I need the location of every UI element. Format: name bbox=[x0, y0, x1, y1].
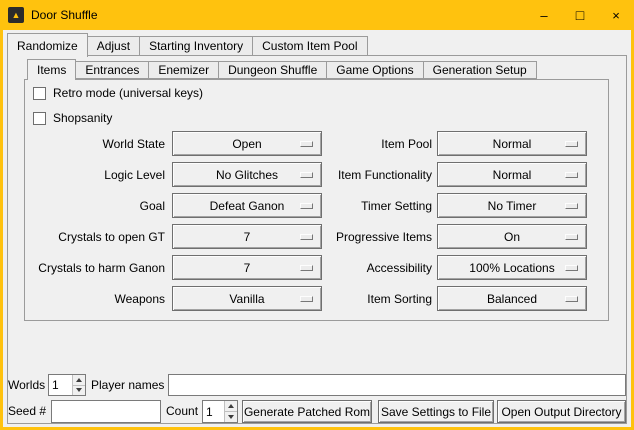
count-spin-buttons bbox=[224, 401, 237, 422]
item-sorting-dropdown[interactable]: Balanced bbox=[437, 286, 587, 311]
close-button[interactable]: × bbox=[598, 0, 634, 30]
seed-input[interactable] bbox=[51, 400, 161, 423]
retro-mode-label[interactable]: Retro mode (universal keys) bbox=[53, 86, 203, 100]
maximize-button[interactable]: □ bbox=[562, 0, 598, 30]
worlds-decrement-button[interactable] bbox=[73, 385, 85, 396]
item-pool-dropdown[interactable]: Normal bbox=[437, 131, 587, 156]
client-area: Randomize Adjust Starting Inventory Cust… bbox=[3, 30, 631, 427]
worlds-spin-buttons bbox=[72, 375, 85, 395]
arrow-down-icon bbox=[228, 415, 234, 419]
seed-label: Seed # bbox=[8, 400, 46, 423]
arrow-up-icon bbox=[228, 404, 234, 408]
dropdown-indicator-icon bbox=[565, 296, 578, 302]
worlds-label: Worlds bbox=[8, 374, 45, 396]
dropdown-indicator-icon bbox=[565, 141, 578, 147]
app-icon: ▲ bbox=[8, 7, 24, 23]
app-window: ▲ Door Shuffle – □ × Randomize Adjust St… bbox=[0, 0, 634, 430]
timer-setting-label: Timer Setting bbox=[272, 193, 432, 218]
arrow-up-icon bbox=[76, 378, 82, 382]
dropdown-indicator-icon bbox=[565, 203, 578, 209]
tab-adjust[interactable]: Adjust bbox=[87, 36, 140, 56]
goal-label: Goal bbox=[33, 193, 165, 218]
worlds-input[interactable] bbox=[49, 375, 72, 395]
tab-game-options[interactable]: Game Options bbox=[326, 61, 423, 79]
arrow-down-icon bbox=[76, 388, 82, 392]
shopsanity-checkbox-row[interactable]: Shopsanity bbox=[33, 109, 112, 127]
worlds-increment-button[interactable] bbox=[73, 375, 85, 385]
logic-level-label: Logic Level bbox=[33, 162, 165, 187]
title-bar: ▲ Door Shuffle – □ × bbox=[0, 0, 634, 30]
tab-generation-setup[interactable]: Generation Setup bbox=[423, 61, 537, 79]
item-pool-label: Item Pool bbox=[272, 131, 432, 156]
item-functionality-label: Item Functionality bbox=[272, 162, 432, 187]
tab-entrances[interactable]: Entrances bbox=[75, 61, 149, 79]
window-controls: – □ × bbox=[526, 0, 634, 30]
dropdown-indicator-icon bbox=[565, 234, 578, 240]
tab-randomize[interactable]: Randomize bbox=[7, 33, 88, 57]
player-names-input[interactable] bbox=[168, 374, 626, 396]
dropdown-indicator-icon bbox=[565, 265, 578, 271]
retro-mode-checkbox-row[interactable]: Retro mode (universal keys) bbox=[33, 84, 203, 102]
world-state-label: World State bbox=[33, 131, 165, 156]
count-spinbox bbox=[202, 400, 238, 423]
tab-starting-inventory[interactable]: Starting Inventory bbox=[139, 36, 253, 56]
item-sorting-label: Item Sorting bbox=[272, 286, 432, 311]
generate-patched-rom-button[interactable]: Generate Patched Rom bbox=[242, 400, 372, 423]
accessibility-dropdown[interactable]: 100% Locations bbox=[437, 255, 587, 280]
dropdown-indicator-icon bbox=[565, 172, 578, 178]
weapons-label: Weapons bbox=[33, 286, 165, 311]
shopsanity-checkbox[interactable] bbox=[33, 112, 46, 125]
player-names-label: Player names bbox=[91, 374, 164, 396]
tab-enemizer[interactable]: Enemizer bbox=[148, 61, 219, 79]
minimize-button[interactable]: – bbox=[526, 0, 562, 30]
crystals-open-gt-label: Crystals to open GT bbox=[33, 224, 165, 249]
tab-custom-item-pool[interactable]: Custom Item Pool bbox=[252, 36, 367, 56]
shopsanity-label[interactable]: Shopsanity bbox=[53, 111, 112, 125]
count-label: Count bbox=[166, 400, 198, 423]
tab-dungeon-shuffle[interactable]: Dungeon Shuffle bbox=[218, 61, 327, 79]
open-output-directory-button[interactable]: Open Output Directory bbox=[497, 400, 626, 423]
randomize-sub-tab-bar: Items Entrances Enemizer Dungeon Shuffle… bbox=[27, 59, 536, 79]
count-input[interactable] bbox=[203, 401, 224, 422]
accessibility-label: Accessibility bbox=[272, 255, 432, 280]
timer-setting-dropdown[interactable]: No Timer bbox=[437, 193, 587, 218]
retro-mode-checkbox[interactable] bbox=[33, 87, 46, 100]
progressive-items-label: Progressive Items bbox=[272, 224, 432, 249]
item-functionality-dropdown[interactable]: Normal bbox=[437, 162, 587, 187]
tab-items[interactable]: Items bbox=[27, 59, 76, 80]
crystals-harm-ganon-label: Crystals to harm Ganon bbox=[23, 255, 165, 280]
main-tab-bar: Randomize Adjust Starting Inventory Cust… bbox=[7, 33, 367, 56]
count-decrement-button[interactable] bbox=[225, 411, 237, 422]
worlds-spinbox bbox=[48, 374, 86, 396]
save-settings-button[interactable]: Save Settings to File bbox=[378, 400, 494, 423]
window-title: Door Shuffle bbox=[31, 8, 98, 22]
count-increment-button[interactable] bbox=[225, 401, 237, 411]
progressive-items-dropdown[interactable]: On bbox=[437, 224, 587, 249]
